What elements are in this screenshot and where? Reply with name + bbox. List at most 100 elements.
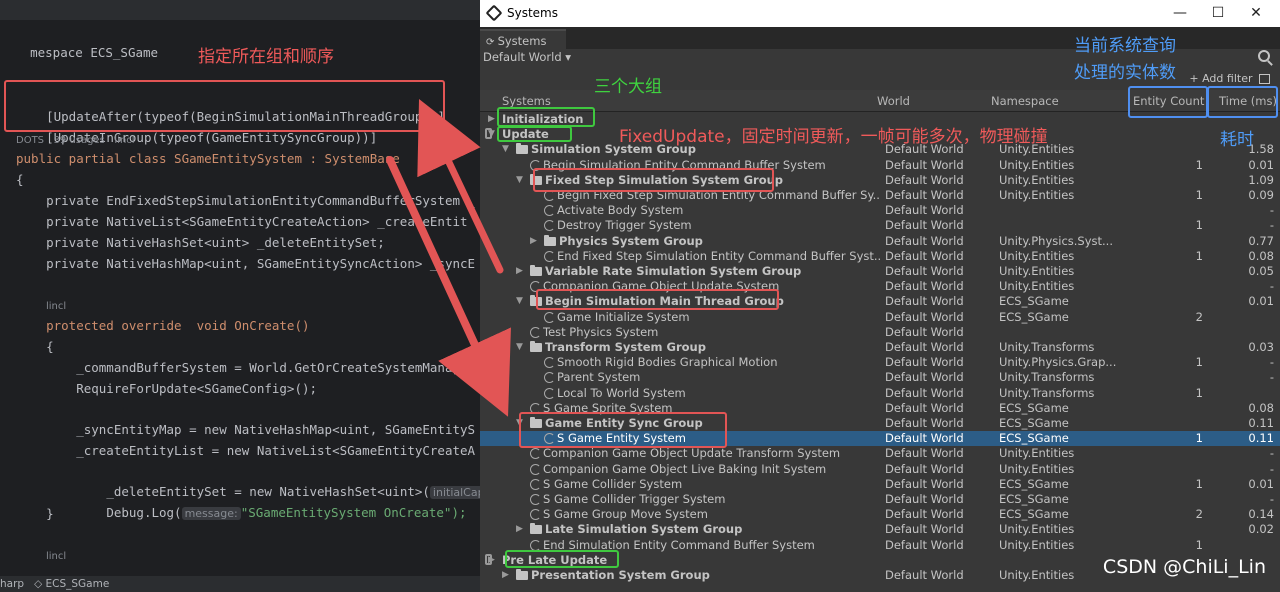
editor-breadcrumb-bar[interactable]: harp ◇ ECS_SGame: [0, 576, 480, 592]
annotation-box-update: [497, 126, 572, 142]
tree-system-row[interactable]: Game Initialize System Default World ECS_S…: [480, 310, 1280, 325]
collapsed-arrow-icon[interactable]: ▶: [488, 112, 495, 127]
annotation-time: 耗时: [1220, 130, 1254, 150]
tree-group-row[interactable]: ▶ Physics System Group Default World Unity.…: [480, 234, 1280, 249]
system-namespace: Unity.Physics.Syst...: [999, 233, 1113, 248]
code-lens-author[interactable]: lincl: [46, 299, 66, 315]
system-time: 0.77: [1248, 233, 1274, 248]
system-name: Presentation System Group: [531, 568, 710, 582]
unity-logo-icon: [485, 4, 503, 22]
world-dropdown[interactable]: Default World ▾: [483, 49, 571, 67]
folder-icon: [516, 143, 528, 155]
window-title: Systems: [507, 6, 558, 20]
tree-group-row[interactable]: ▼ Transform System Group Default World Unit…: [480, 340, 1280, 355]
system-world: Default World: [885, 340, 964, 354]
system-entity-count: 1: [1195, 431, 1203, 446]
system-icon: [544, 250, 555, 262]
system-world: Default World: [885, 203, 964, 218]
system-name: Activate Body System: [557, 203, 684, 218]
tree-system-row[interactable]: Activate Body System Default World -: [480, 203, 1280, 218]
system-time: 0.01: [1248, 476, 1274, 491]
add-filter-button[interactable]: + Add filter: [1189, 72, 1270, 85]
system-name: Companion Game Object Update Transform S…: [543, 446, 841, 461]
collapsed-arrow-icon[interactable]: ▶: [516, 522, 523, 537]
collapsed-arrow-icon[interactable]: ▶: [516, 264, 523, 279]
tree-system-row[interactable]: Parent System Default World Unity.Transfor…: [480, 370, 1280, 385]
system-namespace: ECS_SGame: [999, 431, 1069, 446]
system-world: Default World: [885, 188, 964, 202]
refresh-icon: ⟳: [486, 37, 498, 48]
expanded-arrow-icon[interactable]: ▼: [502, 142, 509, 157]
close-icon[interactable]: ✕: [1236, 0, 1276, 27]
column-header-namespace[interactable]: Namespace: [991, 90, 1059, 112]
oncreate-close-brace: }: [16, 506, 54, 521]
statement-command-buffer: _commandBufferSystem = World.GetOrCreate…: [16, 360, 468, 375]
field-create-list: private NativeList<SGameEntityCreateActi…: [16, 214, 468, 229]
tree-system-row[interactable]: S Game Collider Trigger System Default Wo…: [480, 492, 1280, 507]
namespace-line: mespace ECS_SGame: [0, 26, 158, 60]
annotation-box-pre-late-update: [505, 550, 619, 568]
collapsed-arrow-icon[interactable]: ▶: [530, 234, 537, 249]
namespace-text: mespace ECS_SGame: [30, 45, 159, 60]
annotation-box-time: [1207, 86, 1278, 118]
tree-system-row[interactable]: Companion Game Object Update Transform S…: [480, 446, 1280, 461]
tree-group-row[interactable]: ▶ Late Simulation System Group Default Wor…: [480, 522, 1280, 537]
statement-create-list: _createEntityList = new NativeList<SGame…: [16, 443, 476, 458]
search-icon[interactable]: [1258, 50, 1270, 62]
annotation-box-fixed-step-group: [533, 168, 774, 192]
minimize-icon[interactable]: —: [1160, 0, 1200, 27]
annotation-box-entity-sync-group: [519, 412, 727, 448]
pin-icon[interactable]: [485, 553, 492, 565]
system-world: Default World: [885, 431, 964, 446]
collapsed-arrow-icon[interactable]: ▶: [502, 568, 509, 583]
tree-system-row[interactable]: S Game Collider System Default World ECS_S…: [480, 477, 1280, 492]
tree-system-row[interactable]: Local To World System Default World Unity.…: [480, 386, 1280, 401]
system-time: 0.01: [1248, 157, 1274, 172]
system-icon: [530, 326, 541, 338]
folder-icon: [530, 341, 542, 352]
window-titlebar[interactable]: Systems — ☐ ✕: [480, 0, 1280, 27]
statement-debug-log: Debug.Log(message: "SGameEntitySystem OnC…: [46, 505, 467, 520]
tab-systems[interactable]: ⟳ Systems: [480, 29, 566, 49]
system-time: 0.08: [1248, 248, 1274, 263]
system-icon: [530, 463, 541, 475]
system-icon: [530, 539, 541, 551]
system-world: Default World: [885, 537, 964, 552]
system-icon: [544, 372, 555, 384]
system-time: 1.09: [1248, 172, 1274, 187]
system-icon: [544, 357, 555, 369]
tree-system-row[interactable]: Companion Game Object Live Baking Init S…: [480, 462, 1280, 477]
tree-system-row[interactable]: S Game Group Move System Default World ECS…: [480, 507, 1280, 522]
system-world: Default World: [885, 233, 964, 248]
maximize-icon[interactable]: ☐: [1198, 0, 1238, 27]
oncreate-open-brace: {: [16, 339, 54, 354]
system-world: Default World: [885, 279, 964, 294]
expanded-arrow-icon[interactable]: ▼: [516, 173, 523, 188]
tree-group-row[interactable]: ▶ Variable Rate Simulation System Group De…: [480, 264, 1280, 279]
column-header-world[interactable]: World: [877, 90, 910, 112]
tree-system-row[interactable]: Smooth Rigid Bodies Graphical Motion Defa…: [480, 355, 1280, 370]
system-name: Variable Rate Simulation System Group: [545, 264, 802, 278]
tree-system-row[interactable]: Destroy Trigger System Default World 1 -: [480, 218, 1280, 233]
system-name: Transform System Group: [545, 340, 706, 354]
system-world: Default World: [885, 568, 964, 582]
system-world: Default World: [885, 172, 964, 187]
system-time: 0.05: [1248, 264, 1274, 278]
folder-icon: [516, 569, 528, 580]
system-name: Test Physics System: [543, 324, 659, 339]
expanded-arrow-icon[interactable]: ▼: [516, 294, 523, 309]
system-namespace: ECS_SGame: [999, 400, 1069, 415]
tree-system-row[interactable]: End Fixed Step Simulation Entity Command…: [480, 249, 1280, 264]
system-world: Default World: [885, 157, 964, 172]
code-lens-author-2[interactable]: lincl: [46, 549, 66, 565]
field-command-buffer: private EndFixedStepSimulationEntityComm…: [16, 193, 476, 208]
system-entity-count: 2: [1195, 507, 1203, 522]
system-time: -: [1269, 461, 1274, 476]
tree-system-row[interactable]: Test Physics System Default World: [480, 325, 1280, 340]
pin-icon[interactable]: [485, 128, 492, 140]
code-lens-usages[interactable]: DOTS 39 usages lincl: [16, 133, 135, 149]
system-namespace: Unity.Entities: [999, 248, 1075, 263]
expanded-arrow-icon[interactable]: ▼: [516, 340, 523, 355]
system-time: -: [1269, 492, 1274, 506]
system-namespace: Unity.Entities: [999, 522, 1075, 537]
